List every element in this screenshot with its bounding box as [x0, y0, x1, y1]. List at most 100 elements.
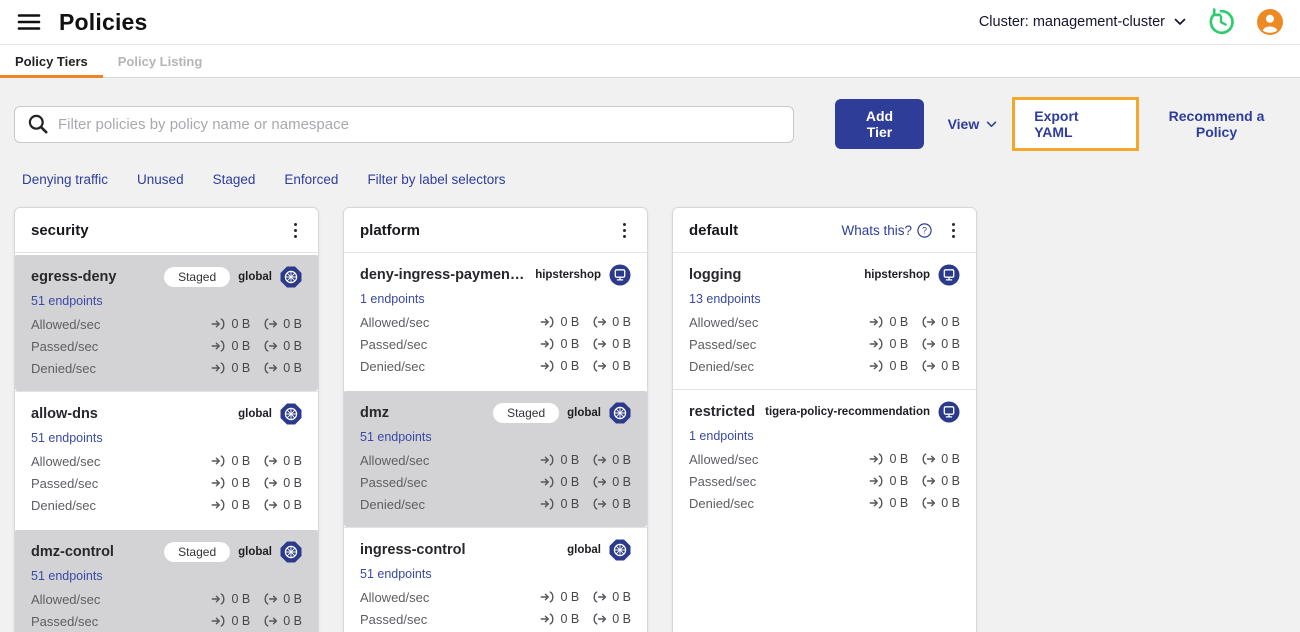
metric-row-allowed-sec: Allowed/sec 0 B 0 B	[31, 313, 302, 335]
ingress-icon	[212, 477, 225, 489]
metric-ingress-value: 0 B	[211, 454, 250, 468]
metric-egress-value: 0 B	[263, 476, 302, 490]
metric-row-passed-sec: Passed/sec 0 B 0 B	[689, 333, 960, 355]
metric-label: Allowed/sec	[360, 452, 430, 468]
endpoints-link[interactable]: 13 endpoints	[689, 292, 761, 306]
policy-card-restricted[interactable]: restricted tigera-policy-recommendation 1 …	[673, 389, 976, 526]
egress-icon	[922, 453, 936, 465]
egress-icon	[264, 362, 278, 374]
metric-label: Allowed/sec	[31, 453, 101, 469]
metric-label: Passed/sec	[31, 338, 99, 354]
metric-egress-value: 0 B	[263, 339, 302, 353]
policy-scope-label: global	[238, 408, 272, 420]
tier-menu-kebab-icon[interactable]	[615, 220, 633, 240]
recommend-policy-button[interactable]: Recommend a Policy	[1149, 108, 1284, 140]
policy-card-header: allow-dns global	[31, 403, 302, 425]
export-yaml-label: Export YAML	[1034, 108, 1079, 140]
egress-bytes: 0 B	[283, 454, 302, 468]
user-avatar-icon[interactable]	[1256, 8, 1284, 36]
endpoints-link[interactable]: 51 endpoints	[31, 294, 103, 308]
metric-row-allowed-sec: Allowed/sec 0 B 0 B	[689, 311, 960, 333]
egress-bytes: 0 B	[612, 337, 631, 351]
egress-icon	[922, 316, 936, 328]
quick-filter-unused[interactable]: Unused	[137, 172, 184, 187]
metric-egress-value: 0 B	[263, 592, 302, 606]
egress-icon	[922, 338, 936, 350]
ingress-bytes: 0 B	[889, 359, 909, 373]
endpoints-link[interactable]: 51 endpoints	[360, 567, 432, 581]
tab-policy-listing[interactable]: Policy Listing	[103, 45, 218, 78]
egress-icon	[264, 477, 278, 489]
metric-ingress-value: 0 B	[211, 476, 250, 490]
endpoints-link[interactable]: 51 endpoints	[31, 431, 103, 445]
tier-menu-kebab-icon[interactable]	[286, 220, 304, 240]
policy-name: dmz	[360, 405, 389, 421]
whats-this-link[interactable]: Whats this??	[841, 223, 932, 238]
metric-ingress-value: 0 B	[869, 474, 908, 488]
metric-label: Passed/sec	[689, 473, 757, 489]
egress-bytes: 0 B	[612, 475, 631, 489]
tier-column-platform: platform deny-ingress-paymentservi… hipste…	[343, 207, 648, 632]
metric-egress-value: 0 B	[592, 497, 631, 511]
ingress-bytes: 0 B	[231, 317, 251, 331]
policy-card-header: logging hipstershop	[689, 264, 960, 286]
policy-card-logging[interactable]: logging hipstershop 13 endpoints Allowed/se…	[673, 253, 976, 389]
quick-filter-enforced[interactable]: Enforced	[284, 172, 338, 187]
search-box	[14, 105, 795, 143]
policy-card-egress-deny[interactable]: egress-deny Staged global 51 endpoints Allow…	[15, 253, 318, 391]
policy-card-header: restricted tigera-policy-recommendation	[689, 401, 960, 423]
ingress-bytes: 0 B	[560, 475, 580, 489]
metric-label: Passed/sec	[360, 336, 428, 352]
export-yaml-button[interactable]: Export YAML	[1012, 97, 1140, 151]
policy-scope-label: hipstershop	[535, 269, 601, 281]
policy-name: logging	[689, 267, 742, 283]
policy-card-dmz[interactable]: dmz Staged global 51 endpoints Allowed/sec 0 …	[344, 389, 647, 527]
view-dropdown-button[interactable]: View	[948, 116, 998, 132]
tier-board: security egress-deny Staged global 51 endpoi…	[14, 207, 1284, 632]
egress-icon	[264, 593, 278, 605]
metric-row-passed-sec: Passed/sec 0 B 0 B	[31, 472, 302, 494]
policy-card-deny-ingress-paymentservi[interactable]: deny-ingress-paymentservi… hipstershop 1 e…	[344, 253, 647, 389]
metric-egress-value: 0 B	[263, 614, 302, 628]
metric-ingress-value: 0 B	[540, 475, 579, 489]
history-restore-icon[interactable]	[1206, 7, 1236, 37]
ingress-icon	[212, 455, 225, 467]
policy-name: restricted	[689, 404, 756, 420]
search-input[interactable]	[58, 115, 782, 133]
hamburger-menu-icon[interactable]	[16, 9, 42, 35]
metric-egress-value: 0 B	[592, 475, 631, 489]
metric-ingress-value: 0 B	[869, 359, 908, 373]
metric-ingress-value: 0 B	[211, 361, 250, 375]
quick-filter-denying-traffic[interactable]: Denying traffic	[22, 172, 108, 187]
endpoints-link[interactable]: 51 endpoints	[31, 569, 103, 583]
metric-ingress-value: 0 B	[211, 339, 250, 353]
policy-scope-label: global	[567, 407, 601, 419]
cluster-selector[interactable]: Cluster: management-cluster	[979, 14, 1186, 30]
chevron-down-icon	[987, 121, 997, 127]
endpoints-link[interactable]: 51 endpoints	[360, 430, 432, 444]
endpoints-link[interactable]: 1 endpoints	[360, 292, 425, 306]
endpoints-link[interactable]: 1 endpoints	[689, 429, 754, 443]
ingress-bytes: 0 B	[231, 592, 251, 606]
ingress-bytes: 0 B	[560, 612, 580, 626]
metric-row-passed-sec: Passed/sec 0 B 0 B	[360, 608, 631, 630]
global-policy-icon	[280, 266, 302, 288]
quick-filter-filter-by-label-selectors[interactable]: Filter by label selectors	[367, 172, 505, 187]
policy-card-dmz-control[interactable]: dmz-control Staged global 51 endpoints Allow…	[15, 528, 318, 632]
tab-policy-tiers[interactable]: Policy Tiers	[0, 45, 103, 78]
metric-egress-value: 0 B	[263, 498, 302, 512]
quick-filter-bar: Denying traffic Unused Staged Enforced Filte…	[0, 151, 1300, 187]
metric-label: Allowed/sec	[31, 316, 101, 332]
ingress-bytes: 0 B	[231, 454, 251, 468]
metric-row-allowed-sec: Allowed/sec 0 B 0 B	[689, 448, 960, 470]
metric-row-denied-sec: Denied/sec 0 B 0 B	[689, 355, 960, 377]
quick-filter-staged[interactable]: Staged	[213, 172, 256, 187]
egress-bytes: 0 B	[283, 614, 302, 628]
metric-ingress-value: 0 B	[869, 315, 908, 329]
policy-card-allow-dns[interactable]: allow-dns global 51 endpoints Allowed/sec 0 …	[15, 391, 318, 528]
add-tier-button[interactable]: Add Tier	[835, 99, 924, 149]
metric-label: Denied/sec	[360, 358, 426, 374]
policy-card-ingress-control[interactable]: ingress-control global 51 endpoints Allowed…	[344, 527, 647, 632]
ingress-bytes: 0 B	[231, 498, 251, 512]
tier-menu-kebab-icon[interactable]	[944, 220, 962, 240]
